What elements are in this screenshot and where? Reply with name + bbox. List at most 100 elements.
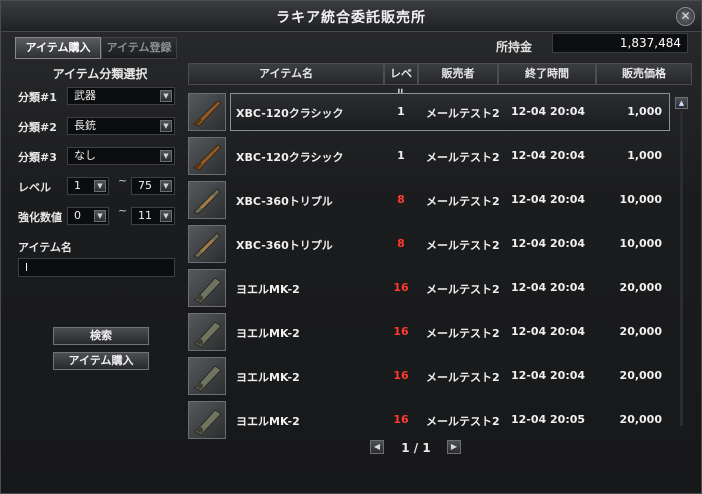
item-seller: メールテスト2	[426, 107, 500, 120]
close-icon[interactable]: ✕	[676, 7, 695, 26]
category2-label: 分類#2	[18, 121, 57, 134]
chevron-down-icon: ▼	[94, 180, 106, 192]
level-max-select[interactable]: 75 ▼	[131, 177, 175, 195]
launcher-icon	[188, 269, 226, 307]
item-level: 8	[397, 193, 405, 206]
item-end-time: 12-04 20:04	[511, 193, 586, 206]
level-min-value: 1	[74, 179, 81, 192]
table-row[interactable]: ヨエルMK-2 16 メールテスト2 12-04 20:05 20,000	[188, 401, 668, 441]
money-label: 所持金	[496, 40, 533, 54]
item-level: 8	[397, 237, 405, 250]
arrow-up-icon[interactable]: ▲	[675, 97, 688, 109]
item-price: 1,000	[627, 105, 662, 118]
item-name: XBC-360トリプル	[236, 195, 333, 208]
item-level: 1	[397, 149, 405, 162]
triple-rifle-icon	[188, 225, 226, 263]
item-seller: メールテスト2	[426, 151, 500, 164]
chevron-down-icon: ▼	[160, 120, 172, 132]
enhance-max-select[interactable]: 11 ▼	[131, 207, 175, 225]
item-end-time: 12-04 20:04	[511, 105, 586, 118]
item-end-time: 12-04 20:05	[511, 413, 586, 426]
item-level: 16	[393, 281, 409, 294]
category3-label: 分類#3	[18, 151, 57, 164]
page-indicator: 1 / 1	[401, 441, 431, 455]
enhance-max-value: 11	[138, 209, 152, 222]
window-title: ラキア統合委託販売所	[276, 10, 426, 26]
item-end-time: 12-04 20:04	[511, 237, 586, 250]
header-end-time[interactable]: 終了時間	[498, 63, 596, 85]
scrollbar-track[interactable]	[680, 111, 683, 426]
category1-value: 武器	[74, 89, 96, 102]
enhance-label: 強化数値	[18, 211, 62, 224]
consignment-window: ラキア統合委託販売所 ✕ アイテム購入 アイテム登録 所持金 1,837,484…	[0, 0, 702, 494]
table-row[interactable]: XBC-120クラシック 1 メールテスト2 12-04 20:04 1,000	[188, 137, 668, 177]
item-price: 20,000	[619, 325, 662, 338]
arrow-right-icon[interactable]: ▶	[447, 440, 461, 454]
search-button[interactable]: 検索	[53, 327, 149, 345]
item-name: ヨエルMK-2	[236, 327, 300, 340]
item-seller: メールテスト2	[426, 239, 500, 252]
item-end-time: 12-04 20:04	[511, 149, 586, 162]
item-price: 10,000	[619, 193, 662, 206]
table-row[interactable]: XBC-360トリプル 8 メールテスト2 12-04 20:04 10,000	[188, 225, 668, 265]
item-name-label: アイテム名	[18, 241, 72, 254]
rifle-icon	[188, 93, 226, 131]
item-level: 16	[393, 325, 409, 338]
rifle-icon	[188, 137, 226, 175]
category3-select[interactable]: なし ▼	[67, 147, 175, 165]
table-row[interactable]: XBC-120クラシック 1 メールテスト2 12-04 20:04 1,000	[188, 93, 670, 133]
table-row[interactable]: ヨエルMK-2 16 メールテスト2 12-04 20:04 20,000	[188, 269, 668, 309]
enhance-min-value: 0	[74, 209, 81, 222]
category-section-title: アイテム分類選択	[52, 67, 148, 81]
item-price: 20,000	[619, 369, 662, 382]
item-level: 16	[393, 369, 409, 382]
table-header: アイテム名 レベル 販売者 終了時間 販売価格	[188, 63, 692, 100]
item-end-time: 12-04 20:04	[511, 369, 586, 382]
launcher-icon	[188, 401, 226, 439]
item-name: ヨエルMK-2	[236, 371, 300, 384]
level-max-value: 75	[138, 179, 152, 192]
item-name: ヨエルMK-2	[236, 283, 300, 296]
table-row[interactable]: XBC-360トリプル 8 メールテスト2 12-04 20:04 10,000	[188, 181, 668, 221]
arrow-left-icon[interactable]: ◀	[370, 440, 384, 454]
chevron-down-icon: ▼	[160, 150, 172, 162]
launcher-icon	[188, 313, 226, 351]
item-level: 1	[397, 105, 405, 118]
launcher-icon	[188, 357, 226, 395]
item-seller: メールテスト2	[426, 327, 500, 340]
level-min-select[interactable]: 1 ▼	[67, 177, 109, 195]
chevron-down-icon: ▼	[160, 210, 172, 222]
category2-value: 長銃	[74, 119, 96, 132]
table-row[interactable]: ヨエルMK-2 16 メールテスト2 12-04 20:04 20,000	[188, 313, 668, 353]
item-seller: メールテスト2	[426, 195, 500, 208]
item-price: 20,000	[619, 281, 662, 294]
level-label: レベル	[18, 181, 51, 194]
item-name: XBC-360トリプル	[236, 239, 333, 252]
item-price: 20,000	[619, 413, 662, 426]
category3-value: なし	[74, 149, 96, 162]
category2-select[interactable]: 長銃 ▼	[67, 117, 175, 135]
tab-register-item[interactable]: アイテム登録	[101, 37, 177, 59]
chevron-down-icon: ▼	[160, 90, 172, 102]
header-level[interactable]: レベル	[384, 63, 418, 100]
item-name: XBC-120クラシック	[236, 151, 344, 164]
table-row[interactable]: ヨエルMK-2 16 メールテスト2 12-04 20:04 20,000	[188, 357, 668, 397]
header-seller[interactable]: 販売者	[418, 63, 498, 85]
level-range-separator: ~	[118, 174, 128, 187]
item-seller: メールテスト2	[426, 415, 500, 428]
category1-select[interactable]: 武器 ▼	[67, 87, 175, 105]
item-end-time: 12-04 20:04	[511, 281, 586, 294]
item-name: ヨエルMK-2	[236, 415, 300, 428]
item-end-time: 12-04 20:04	[511, 325, 586, 338]
triple-rifle-icon	[188, 181, 226, 219]
item-seller: メールテスト2	[426, 371, 500, 384]
chevron-down-icon: ▼	[94, 210, 106, 222]
header-item-name[interactable]: アイテム名	[188, 63, 384, 85]
header-price[interactable]: 販売価格	[596, 63, 692, 85]
category1-label: 分類#1	[18, 91, 57, 104]
buy-item-button[interactable]: アイテム購入	[53, 352, 149, 370]
chevron-down-icon: ▼	[160, 180, 172, 192]
enhance-min-select[interactable]: 0 ▼	[67, 207, 109, 225]
item-name-input[interactable]: l	[18, 258, 175, 277]
tab-buy-item[interactable]: アイテム購入	[15, 37, 101, 59]
